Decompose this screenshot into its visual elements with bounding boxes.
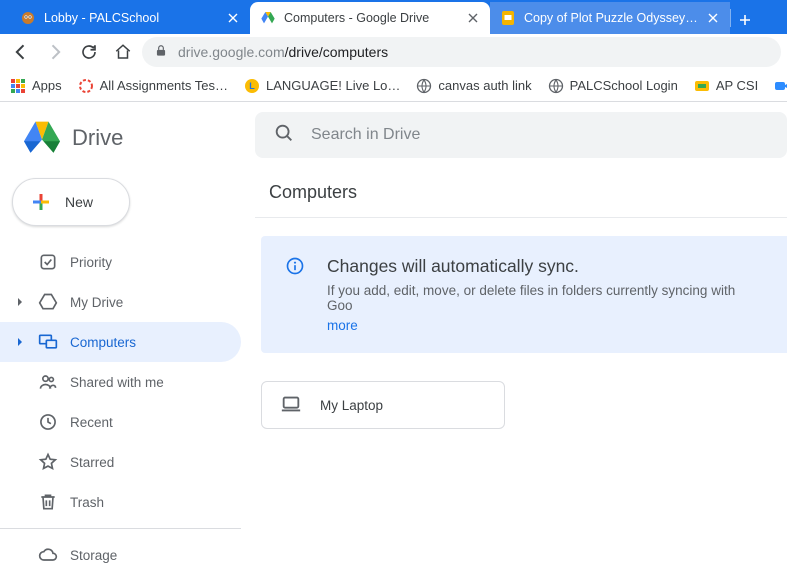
- new-button-label: New: [65, 194, 93, 210]
- shared-icon: [36, 372, 60, 392]
- sidebar-item-recent[interactable]: Recent: [0, 402, 241, 442]
- reload-button[interactable]: [74, 37, 104, 67]
- drive-app: Drive New Priority My Drive Computers S: [0, 102, 787, 558]
- circle-icon: [78, 78, 94, 94]
- divider: [0, 528, 241, 529]
- browser-tabstrip: Lobby - PALCSchool Computers - Google Dr…: [0, 0, 787, 34]
- address-bar[interactable]: drive.google.com/drive/computers: [142, 37, 781, 67]
- device-folder-label: My Laptop: [320, 398, 383, 413]
- sidebar-item-storage[interactable]: Storage: [0, 535, 241, 575]
- sidebar-item-my-drive[interactable]: My Drive: [0, 282, 241, 322]
- globe-icon: [548, 78, 564, 94]
- sync-info-banner: Changes will automatically sync. If you …: [261, 236, 787, 353]
- bookmark-item[interactable]: L LANGUAGE! Live Lo…: [244, 78, 400, 94]
- bookmark-label: Apps: [32, 78, 62, 93]
- sidebar-item-label: Priority: [70, 255, 112, 270]
- bookmark-item[interactable]: All Assignments Tes…: [78, 78, 228, 94]
- forward-button[interactable]: [40, 37, 70, 67]
- recent-icon: [36, 412, 60, 432]
- slides-favicon: [500, 10, 516, 26]
- apps-shortcut[interactable]: Apps: [10, 78, 62, 94]
- language-icon: L: [244, 78, 260, 94]
- zoom-icon: [774, 78, 787, 94]
- sidebar-item-trash[interactable]: Trash: [0, 482, 241, 522]
- lock-icon: [154, 44, 168, 61]
- owl-favicon: [20, 10, 36, 26]
- search-bar[interactable]: [255, 112, 787, 158]
- sidebar-item-label: My Drive: [70, 295, 123, 310]
- tab-title: Computers - Google Drive: [284, 11, 458, 25]
- search-icon: [273, 122, 295, 149]
- drive-favicon: [260, 10, 276, 26]
- browser-tab[interactable]: Lobby - PALCSchool: [10, 2, 250, 34]
- tab-title: Lobby - PALCSchool: [44, 11, 218, 25]
- back-button[interactable]: [6, 37, 36, 67]
- chevron-right-icon[interactable]: [14, 297, 26, 307]
- bookmark-label: AP CSI: [716, 78, 758, 93]
- chevron-right-icon[interactable]: [14, 337, 26, 347]
- drive-sidebar: Drive New Priority My Drive Computers S: [0, 102, 255, 558]
- bookmark-label: PALCSchool Login: [570, 78, 678, 93]
- sidebar-item-label: Starred: [70, 455, 114, 470]
- bookmark-item[interactable]: PALCSchool Login: [548, 78, 678, 94]
- bookmark-item[interactable]: zoom.us: [774, 78, 787, 94]
- star-icon: [36, 452, 60, 472]
- banner-headline: Changes will automatically sync.: [327, 256, 763, 277]
- info-icon: [285, 256, 305, 335]
- globe-icon: [416, 78, 432, 94]
- close-icon[interactable]: [466, 11, 480, 25]
- browser-tab-active[interactable]: Computers - Google Drive: [250, 2, 490, 34]
- sidebar-item-label: Storage: [70, 548, 117, 563]
- new-tab-button[interactable]: [731, 6, 759, 34]
- close-icon[interactable]: [706, 11, 720, 25]
- new-button[interactable]: New: [12, 178, 130, 226]
- computers-icon: [36, 332, 60, 352]
- apps-grid-icon: [10, 78, 26, 94]
- bookmark-label: All Assignments Tes…: [100, 78, 228, 93]
- sidebar-item-label: Computers: [70, 335, 136, 350]
- drive-main: Computers Changes will automatically syn…: [255, 102, 787, 558]
- bookmarks-bar: Apps All Assignments Tes… L LANGUAGE! Li…: [0, 70, 787, 102]
- bookmark-item[interactable]: canvas auth link: [416, 78, 531, 94]
- banner-subtext: If you add, edit, move, or delete files …: [327, 283, 763, 313]
- sidebar-item-shared[interactable]: Shared with me: [0, 362, 241, 402]
- trash-icon: [36, 492, 60, 512]
- sidebar-item-starred[interactable]: Starred: [0, 442, 241, 482]
- drive-brand[interactable]: Drive: [0, 120, 255, 170]
- browser-toolbar: drive.google.com/drive/computers: [0, 34, 787, 70]
- bookmark-item[interactable]: AP CSI: [694, 78, 758, 94]
- bookmark-label: canvas auth link: [438, 78, 531, 93]
- laptop-icon: [280, 393, 302, 418]
- home-button[interactable]: [108, 37, 138, 67]
- close-icon[interactable]: [226, 11, 240, 25]
- url-text: drive.google.com/drive/computers: [178, 44, 388, 60]
- priority-icon: [36, 252, 60, 272]
- cloud-icon: [36, 545, 60, 565]
- svg-text:L: L: [249, 81, 255, 91]
- page-title: Computers: [255, 170, 787, 218]
- tab-title: Copy of Plot Puzzle Odyssey - Go: [524, 11, 698, 25]
- browser-tab[interactable]: Copy of Plot Puzzle Odyssey - Go: [490, 2, 730, 34]
- sidebar-item-label: Shared with me: [70, 375, 164, 390]
- bookmark-label: LANGUAGE! Live Lo…: [266, 78, 400, 93]
- sidebar-item-priority[interactable]: Priority: [0, 242, 241, 282]
- sidebar-item-computers[interactable]: Computers: [0, 322, 241, 362]
- apcsi-icon: [694, 78, 710, 94]
- sidebar-item-label: Trash: [70, 495, 104, 510]
- drive-brand-label: Drive: [72, 125, 123, 151]
- search-input[interactable]: [311, 126, 769, 144]
- my-drive-icon: [36, 292, 60, 312]
- sidebar-item-label: Recent: [70, 415, 113, 430]
- drive-logo-icon: [22, 120, 62, 156]
- device-folder[interactable]: My Laptop: [261, 381, 505, 429]
- plus-icon: [29, 190, 53, 214]
- banner-more-link[interactable]: more: [327, 318, 358, 333]
